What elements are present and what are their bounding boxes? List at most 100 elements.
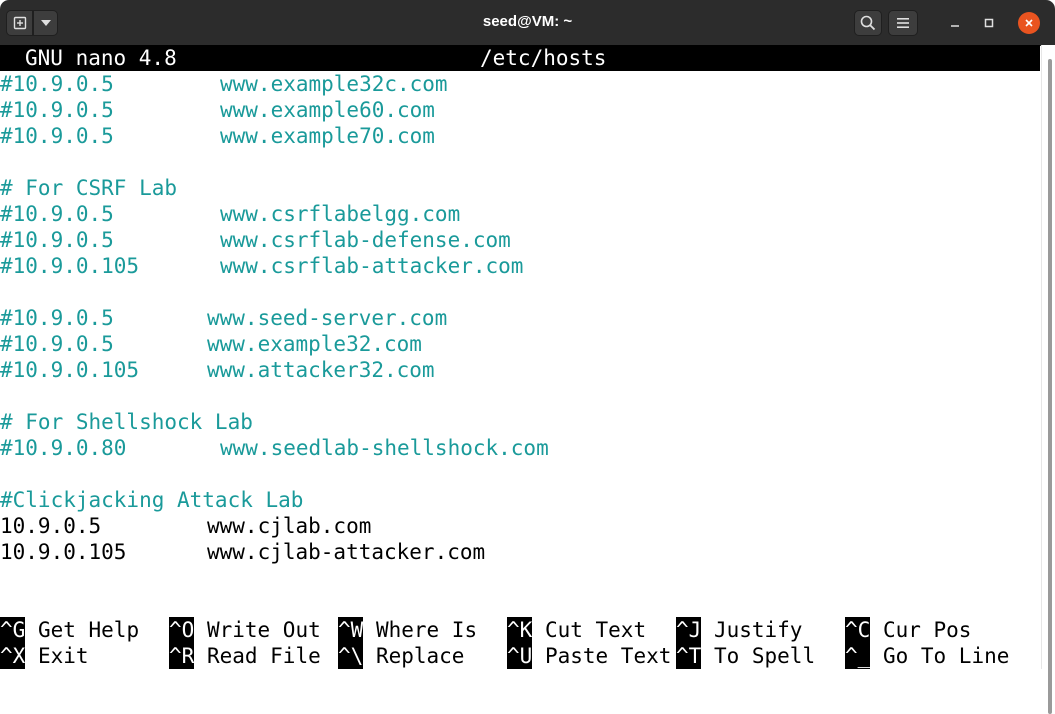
scrollbar-thumb[interactable]	[1048, 59, 1052, 714]
terminal-scrollbar[interactable]	[1041, 45, 1055, 714]
host-address: # For Shellshock Lab	[0, 410, 253, 434]
shortcut-key: ^O	[169, 617, 195, 643]
minimize-button[interactable]	[944, 12, 966, 34]
shortcut-label: Write Out	[194, 617, 321, 643]
host-address: #10.9.0.105	[0, 358, 140, 382]
editor-line[interactable]: #10.9.0.5 www.example60.com	[0, 97, 1040, 123]
shortcut-paste-text[interactable]: ^U Paste Text	[507, 643, 671, 669]
shortcut-key: ^R	[169, 643, 195, 669]
host-name: www.csrflab-attacker.com	[220, 254, 524, 278]
editor-line[interactable]: #10.9.0.5 www.example32.com	[0, 331, 1040, 357]
host-address: #10.9.0.5	[0, 72, 114, 96]
shortcut-label: Justify	[701, 617, 803, 643]
shortcut-label: Read File	[194, 643, 321, 669]
host-name: www.example32c.com	[220, 72, 448, 96]
shortcut-label-text: To Spell	[713, 644, 816, 668]
editor-line[interactable]: 10.9.0.5 www.cjlab.com	[0, 513, 1040, 539]
host-address: #10.9.0.5	[0, 124, 114, 148]
shortcut-get-help[interactable]: ^G Get Help	[0, 617, 139, 643]
shortcut-label-text: Get Help	[37, 618, 140, 642]
hamburger-icon	[897, 18, 909, 28]
editor-line[interactable]: # For Shellshock Lab	[0, 409, 1040, 435]
host-name: www.cjlab.com	[207, 514, 372, 538]
shortcut-justify[interactable]: ^J Justify	[676, 617, 802, 643]
minimize-icon	[951, 25, 959, 27]
editor-line[interactable]: #10.9.0.5 www.csrflabelgg.com	[0, 201, 1040, 227]
host-name: www.attacker32.com	[207, 358, 435, 382]
host-address: #10.9.0.5	[0, 228, 114, 252]
editor-line[interactable]: #10.9.0.105 www.attacker32.com	[0, 357, 1040, 383]
host-name: www.seed-server.com	[207, 306, 448, 330]
editor-line[interactable]	[0, 461, 1040, 487]
shortcut-key: ^_	[845, 643, 871, 669]
shortcut-replace[interactable]: ^\ Replace	[338, 643, 464, 669]
host-address: 10.9.0.105	[0, 540, 127, 564]
editor-line[interactable]	[0, 279, 1040, 305]
shortcut-label: Cut Text	[532, 617, 646, 643]
host-name: www.csrflabelgg.com	[220, 202, 461, 226]
shortcut-label-text: Justify	[713, 618, 803, 642]
editor-line[interactable]: #10.9.0.80 www.seedlab-shellshock.com	[0, 435, 1040, 461]
shortcut-where-is[interactable]: ^W Where Is	[338, 617, 477, 643]
host-address: # For CSRF Lab	[0, 176, 178, 200]
shortcut-cur-pos[interactable]: ^C Cur Pos	[845, 617, 971, 643]
editor-line[interactable]: 10.9.0.105 www.cjlab-attacker.com	[0, 539, 1040, 565]
shortcut-label: Replace	[363, 643, 465, 669]
maximize-button[interactable]	[978, 12, 1000, 34]
host-name: www.example60.com	[220, 98, 435, 122]
nano-filename: /etc/hosts	[480, 46, 607, 70]
editor-line[interactable]: #10.9.0.5 www.csrflab-defense.com	[0, 227, 1040, 253]
shortcut-key: ^C	[845, 617, 871, 643]
shortcut-key: ^K	[507, 617, 533, 643]
host-name: www.cjlab-attacker.com	[207, 540, 486, 564]
shortcut-write-out[interactable]: ^O Write Out	[169, 617, 321, 643]
shortcut-label-text: Cut Text	[544, 618, 647, 642]
shortcut-label-text: Write Out	[206, 618, 321, 642]
editor-line[interactable]	[0, 149, 1040, 175]
shortcut-go-to-line[interactable]: ^_ Go To Line	[845, 643, 1009, 669]
search-button[interactable]	[854, 10, 882, 36]
shortcut-exit[interactable]: ^X Exit	[0, 643, 89, 669]
editor-line[interactable]: #10.9.0.105 www.csrflab-attacker.com	[0, 253, 1040, 279]
shortcut-label: Exit	[25, 643, 89, 669]
host-address: #10.9.0.5	[0, 202, 114, 226]
host-name: www.example32.com	[207, 332, 422, 356]
menu-button[interactable]	[888, 10, 918, 36]
close-icon	[1025, 19, 1033, 27]
editor-line[interactable]: #10.9.0.5 www.example70.com	[0, 123, 1040, 149]
shortcut-label-text: Cur Pos	[882, 618, 972, 642]
shortcut-label-text: Go To Line	[882, 644, 1010, 668]
host-address: #10.9.0.5	[0, 332, 114, 356]
host-address: 10.9.0.5	[0, 514, 102, 538]
nano-header-bar: GNU nano 4.8 /etc/hosts	[0, 45, 1040, 71]
window-titlebar: seed@VM: ~	[0, 0, 1055, 46]
shortcut-key: ^\	[338, 643, 364, 669]
editor-line[interactable]: # For CSRF Lab	[0, 175, 1040, 201]
host-address: #Clickjacking Attack Lab	[0, 488, 304, 512]
shortcut-label-text: Exit	[37, 644, 89, 668]
editor-line[interactable]	[0, 383, 1040, 409]
nano-version: GNU nano 4.8	[25, 46, 177, 70]
editor-line[interactable]: #Clickjacking Attack Lab	[0, 487, 1040, 513]
shortcut-label: Get Help	[25, 617, 139, 643]
shortcut-key: ^G	[0, 617, 26, 643]
shortcut-cut-text[interactable]: ^K Cut Text	[507, 617, 646, 643]
shortcut-label-text: Replace	[375, 644, 465, 668]
shortcut-read-file[interactable]: ^R Read File	[169, 643, 321, 669]
close-button[interactable]	[1018, 12, 1040, 34]
host-address: #10.9.0.5	[0, 306, 114, 330]
editor-line[interactable]: #10.9.0.5 www.example32c.com	[0, 71, 1040, 97]
editor-text-area[interactable]: #10.9.0.5 www.example32c.com #10.9.0.5 www.…	[0, 71, 1040, 565]
shortcut-label-text: Where Is	[375, 618, 478, 642]
shortcut-key: ^W	[338, 617, 364, 643]
host-name: www.example70.com	[220, 124, 435, 148]
shortcut-label-text: Read File	[206, 644, 321, 668]
maximize-icon	[984, 18, 994, 28]
shortcut-key: ^T	[676, 643, 702, 669]
shortcut-to-spell[interactable]: ^T To Spell	[676, 643, 815, 669]
shortcut-label: Paste Text	[532, 643, 671, 669]
editor-line[interactable]: #10.9.0.5 www.seed-server.com	[0, 305, 1040, 331]
shortcut-label: Go To Line	[870, 643, 1009, 669]
shortcut-label: Cur Pos	[870, 617, 972, 643]
shortcut-key: ^X	[0, 643, 26, 669]
